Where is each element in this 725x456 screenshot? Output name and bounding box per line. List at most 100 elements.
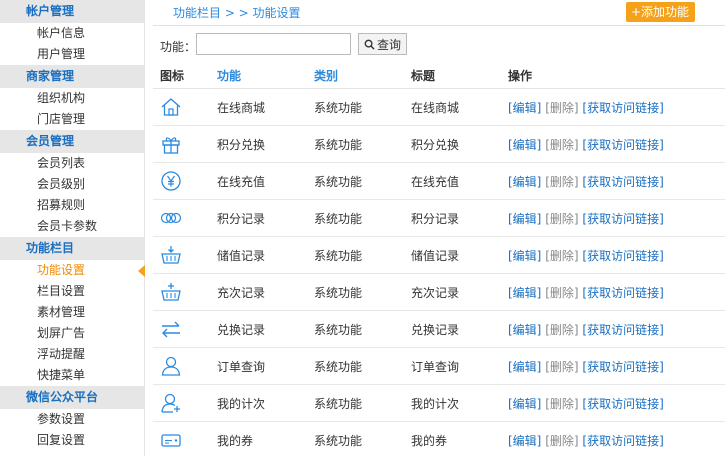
delete-link[interactable]: [删除] — [545, 138, 578, 152]
edit-link[interactable]: [编辑] — [508, 212, 541, 226]
edit-link[interactable]: [编辑] — [508, 249, 541, 263]
sidebar-item[interactable]: 参数设置 — [0, 409, 144, 430]
user-plus-icon — [161, 393, 180, 413]
delete-link[interactable]: [删除] — [545, 212, 578, 226]
cell-title: 订单查询 — [411, 359, 460, 374]
sidebar-item[interactable]: 素材管理 — [0, 302, 144, 323]
get-link-link[interactable]: [获取访问链接] — [582, 101, 663, 115]
cell-title: 兑换记录 — [411, 322, 460, 337]
cell-ops: [编辑] [删除] [获取访问链接] — [508, 321, 725, 338]
main-content: 功能栏目 > > 功能设置 +添加功能 功能： 查询 图标 功能 类别 标题 操… — [153, 0, 725, 456]
cell-cat: 系统功能 — [314, 322, 363, 337]
header-title: 标题 — [411, 69, 436, 83]
table-body: 在线商城 系统功能 在线商城 [编辑] [删除] [获取访问链接] 积分兑换 系统功能 积分… — [153, 89, 725, 456]
sidebar-section-header[interactable]: 帐户管理 — [0, 0, 144, 23]
cell-cat: 系统功能 — [314, 137, 363, 152]
edit-link[interactable]: [编辑] — [508, 434, 541, 448]
cell-func: 充次记录 — [217, 285, 266, 300]
cell-cat: 系统功能 — [314, 359, 363, 374]
cell-ops: [编辑] [删除] [获取访问链接] — [508, 173, 725, 190]
get-link-link[interactable]: [获取访问链接] — [582, 249, 663, 263]
delete-link[interactable]: [删除] — [545, 397, 578, 411]
add-function-button[interactable]: +添加功能 — [625, 2, 695, 22]
table-row: 在线商城 系统功能 在线商城 [编辑] [删除] [获取访问链接] — [153, 89, 725, 126]
cell-cat: 系统功能 — [314, 396, 363, 411]
table-row: 在线充值 系统功能 在线充值 [编辑] [删除] [获取访问链接] — [153, 163, 725, 200]
cell-ops: [编辑] [删除] [获取访问链接] — [508, 358, 725, 375]
sidebar-item[interactable]: 门店管理 — [0, 109, 144, 130]
delete-link[interactable]: [删除] — [545, 286, 578, 300]
sidebar-item[interactable]: 帐户信息 — [0, 23, 144, 44]
cell-func: 在线商城 — [217, 100, 266, 115]
cell-func: 储值记录 — [217, 248, 266, 263]
get-link-link[interactable]: [获取访问链接] — [582, 360, 663, 374]
sidebar-section-header[interactable]: 微信公众平台 — [0, 386, 144, 409]
get-link-link[interactable]: [获取访问链接] — [582, 323, 663, 337]
cell-cat: 系统功能 — [314, 100, 363, 115]
sidebar-item[interactable]: 栏目设置 — [0, 281, 144, 302]
delete-link[interactable]: [删除] — [545, 101, 578, 115]
header-cat[interactable]: 类别 — [314, 63, 411, 88]
sidebar-item[interactable]: 组织机构 — [0, 88, 144, 109]
sidebar-item[interactable]: 回复设置 — [0, 430, 144, 451]
cell-cat: 系统功能 — [314, 174, 363, 189]
get-link-link[interactable]: [获取访问链接] — [582, 175, 663, 189]
cell-ops: [编辑] [删除] [获取访问链接] — [508, 395, 725, 412]
table-row: 充次记录 系统功能 充次记录 [编辑] [删除] [获取访问链接] — [153, 274, 725, 311]
cell-ops: [编辑] [删除] [获取访问链接] — [508, 210, 725, 227]
user-icon — [161, 356, 181, 376]
cell-func: 在线充值 — [217, 174, 266, 189]
search-label: 功能： — [160, 40, 197, 54]
table-row: 我的计次 系统功能 我的计次 [编辑] [删除] [获取访问链接] — [153, 385, 725, 422]
delete-link[interactable]: [删除] — [545, 249, 578, 263]
cell-title: 我的券 — [411, 433, 448, 448]
basket-down-icon — [161, 246, 181, 264]
get-link-link[interactable]: [获取访问链接] — [582, 397, 663, 411]
delete-link[interactable]: [删除] — [545, 323, 578, 337]
sidebar-item[interactable]: 会员列表 — [0, 153, 144, 174]
cell-func: 我的券 — [217, 433, 254, 448]
table-row: 积分记录 系统功能 积分记录 [编辑] [删除] [获取访问链接] — [153, 200, 725, 237]
edit-link[interactable]: [编辑] — [508, 101, 541, 115]
cell-ops: [编辑] [删除] [获取访问链接] — [508, 432, 725, 449]
edit-link[interactable]: [编辑] — [508, 175, 541, 189]
cell-title: 在线充值 — [411, 174, 460, 189]
get-link-link[interactable]: [获取访问链接] — [582, 286, 663, 300]
sidebar-section-header[interactable]: 商家管理 — [0, 65, 144, 88]
function-table: 图标 功能 类别 标题 操作 在线商城 系统功能 在线商城 [编辑] [删除] [获取… — [153, 63, 725, 456]
breadcrumb[interactable]: 功能栏目 > > 功能设置 — [173, 4, 301, 21]
cell-title: 在线商城 — [411, 100, 460, 115]
search-input[interactable] — [196, 33, 351, 55]
sidebar-item[interactable]: 用户管理 — [0, 44, 144, 65]
table-row: 兑换记录 系统功能 兑换记录 [编辑] [删除] [获取访问链接] — [153, 311, 725, 348]
sidebar-item[interactable]: 划屏广告 — [0, 323, 144, 344]
cell-cat: 系统功能 — [314, 433, 363, 448]
sidebar-item[interactable]: 功能设置 — [0, 260, 145, 281]
delete-link[interactable]: [删除] — [545, 434, 578, 448]
exchange-arrows-icon — [162, 321, 180, 338]
search-button[interactable]: 查询 — [358, 33, 407, 55]
sidebar-section-header[interactable]: 会员管理 — [0, 130, 144, 153]
cell-cat: 系统功能 — [314, 248, 363, 263]
divider — [153, 25, 725, 26]
cell-ops: [编辑] [删除] [获取访问链接] — [508, 247, 725, 264]
delete-link[interactable]: [删除] — [545, 175, 578, 189]
header-func[interactable]: 功能 — [217, 63, 314, 88]
edit-link[interactable]: [编辑] — [508, 397, 541, 411]
get-link-link[interactable]: [获取访问链接] — [582, 138, 663, 152]
sidebar-item[interactable]: 会员级别 — [0, 174, 144, 195]
sidebar-section-header[interactable]: 功能栏目 — [0, 237, 144, 260]
sidebar-item[interactable]: 招募规则 — [0, 195, 144, 216]
edit-link[interactable]: [编辑] — [508, 138, 541, 152]
cell-cat: 系统功能 — [314, 211, 363, 226]
edit-link[interactable]: [编辑] — [508, 323, 541, 337]
sidebar-item[interactable]: 快捷菜单 — [0, 365, 144, 386]
sidebar-item[interactable]: 浮动提醒 — [0, 344, 144, 365]
edit-link[interactable]: [编辑] — [508, 286, 541, 300]
get-link-link[interactable]: [获取访问链接] — [582, 212, 663, 226]
edit-link[interactable]: [编辑] — [508, 360, 541, 374]
get-link-link[interactable]: [获取访问链接] — [582, 434, 663, 448]
sidebar-item[interactable]: 会员卡参数 — [0, 216, 144, 237]
delete-link[interactable]: [删除] — [545, 360, 578, 374]
coupon-icon — [161, 434, 181, 447]
